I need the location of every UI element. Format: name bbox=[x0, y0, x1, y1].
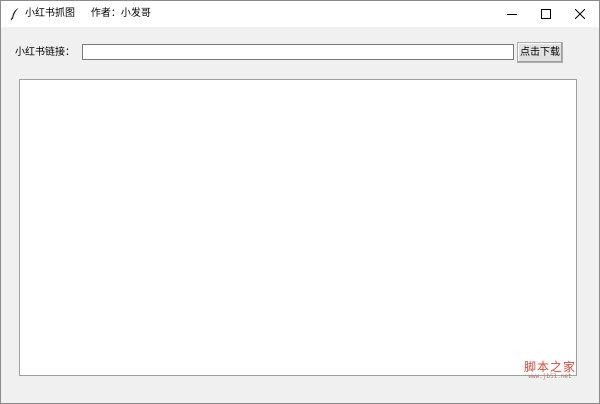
watermark-url: www.jb51.net bbox=[528, 373, 572, 380]
output-text-area[interactable] bbox=[19, 79, 577, 376]
url-label: 小红书链接： bbox=[15, 47, 75, 58]
close-button[interactable] bbox=[563, 1, 597, 27]
minimize-button[interactable] bbox=[495, 1, 529, 27]
app-window: 小红书抓图 作者：小发哥 小红书链接： 点击下载 脚本之家 www.jb51.n… bbox=[0, 0, 600, 404]
maximize-button[interactable] bbox=[529, 1, 563, 27]
feather-icon bbox=[9, 7, 21, 21]
window-title: 小红书抓图 作者：小发哥 bbox=[25, 8, 151, 19]
url-input[interactable] bbox=[82, 44, 514, 60]
title-bar[interactable]: 小红书抓图 作者：小发哥 bbox=[1, 1, 599, 27]
close-icon bbox=[575, 9, 585, 19]
maximize-icon bbox=[541, 9, 551, 19]
watermark-logo: 脚本之家 bbox=[523, 360, 576, 374]
download-button[interactable]: 点击下载 bbox=[517, 42, 563, 63]
watermark: 脚本之家 www.jb51.net bbox=[520, 361, 580, 381]
minimize-icon bbox=[507, 9, 517, 19]
